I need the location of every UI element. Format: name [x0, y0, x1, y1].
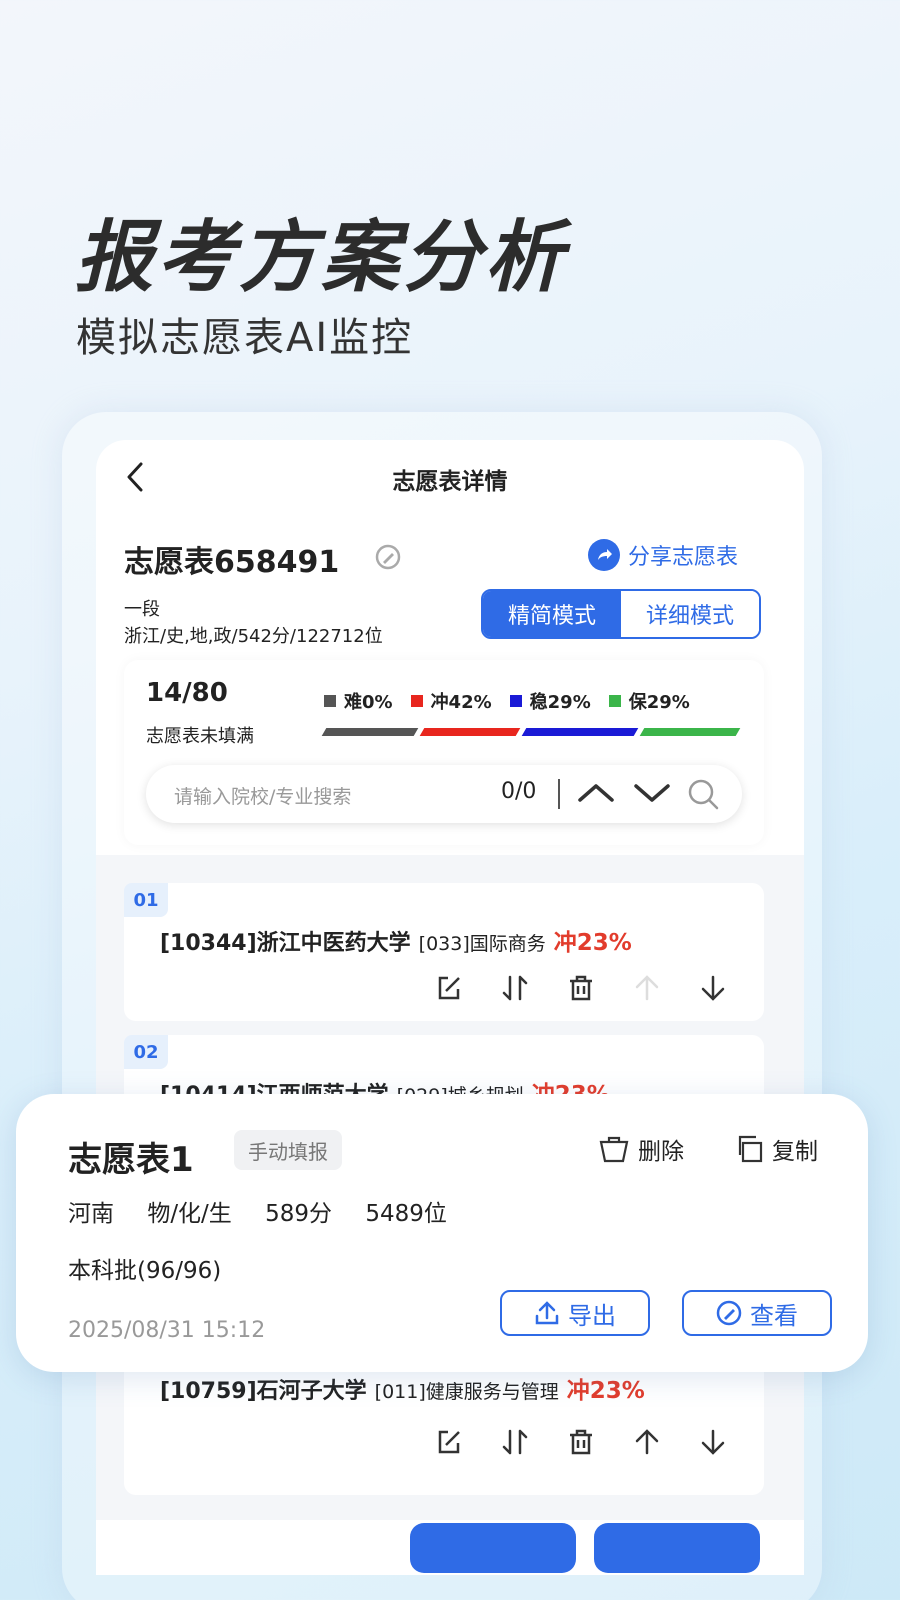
batch-progress: 本科批(96/96): [68, 1258, 222, 1284]
major-name: [033]国际商务: [418, 933, 546, 955]
share-label: 分享志愿表: [628, 545, 739, 570]
delete-icon[interactable]: [566, 973, 596, 1003]
list-item[interactable]: 01 [10344]浙江中医药大学 [033]国际商务 冲23%: [124, 883, 764, 1021]
fill-count: 14/80: [146, 678, 228, 708]
search-counter: 0/0: [501, 779, 537, 804]
risk-legend: 难0% 冲42% 稳29% 保29%: [324, 688, 690, 714]
delete-button[interactable]: 删除: [598, 1132, 684, 1166]
delete-icon[interactable]: [566, 1427, 596, 1457]
edit-icon[interactable]: [434, 973, 464, 1003]
export-label: 导出: [568, 1301, 616, 1330]
view-label: 查看: [750, 1301, 798, 1330]
search-box[interactable]: 请输入院校/专业搜索 0/0: [146, 765, 742, 823]
trash-icon: [599, 1136, 629, 1163]
mode-toggle: 精简模式 详细模式: [481, 589, 761, 639]
export-button[interactable]: 导出: [500, 1290, 650, 1336]
chevron-up-icon[interactable]: [578, 778, 614, 808]
plan-name: 志愿表1: [68, 1140, 194, 1180]
share-button[interactable]: 分享志愿表: [588, 539, 738, 571]
upload-icon: [535, 1301, 559, 1325]
province: 河南: [68, 1201, 114, 1227]
share-icon: [588, 539, 620, 571]
search-icon[interactable]: [686, 778, 720, 810]
move-up-icon[interactable]: [632, 1427, 662, 1457]
bar-stable: [521, 728, 639, 736]
hero-subtitle: 模拟志愿表AI监控: [76, 315, 414, 361]
mode-simple-button[interactable]: 精简模式: [483, 591, 621, 637]
bar-hard: [321, 728, 419, 736]
table-name: 志愿表658491: [124, 545, 340, 580]
swap-icon[interactable]: [500, 1427, 530, 1457]
copy-label: 复制: [772, 1139, 818, 1165]
mode-detail-button[interactable]: 详细模式: [621, 591, 759, 637]
stats-card: 14/80 志愿表未填满 难0% 冲42% 稳29% 保29% 请输入院校/专业…: [124, 660, 764, 845]
search-input[interactable]: 请输入院校/专业搜索: [174, 782, 351, 809]
candidate-detail: 浙江/史,地,政/542分/122712位: [124, 626, 383, 647]
delete-label: 删除: [638, 1139, 684, 1165]
bar-reach: [419, 728, 521, 736]
entry-number: 01: [124, 883, 168, 917]
risk-bars: [320, 728, 741, 736]
bottom-primary-button[interactable]: [410, 1523, 576, 1573]
score: 589分: [265, 1201, 333, 1227]
info-section: 志愿表658491 分享志愿表 一段 浙江/史,地,政/542分/122712位…: [96, 515, 804, 855]
fill-note: 志愿表未填满: [146, 726, 254, 747]
candidate-info: 河南 物/化/生 589分 5489位: [68, 1194, 473, 1228]
edit-icon[interactable]: [434, 1427, 464, 1457]
page-title: 志愿表详情: [392, 469, 508, 495]
entry-number: 02: [124, 1035, 168, 1069]
school-name: [10759]石河子大学: [160, 1379, 367, 1404]
chevron-down-icon[interactable]: [634, 778, 670, 808]
school-name: [10344]浙江中医药大学: [160, 931, 411, 956]
copy-icon: [738, 1135, 763, 1163]
entry-actions: [434, 973, 728, 1003]
swap-icon[interactable]: [500, 973, 530, 1003]
legend-reach: 冲42%: [410, 688, 492, 714]
major-name: [011]健康服务与管理: [374, 1381, 559, 1403]
timestamp: 2025/08/31 15:12: [68, 1318, 266, 1343]
legend-safe: 保29%: [608, 688, 690, 714]
legend-stable: 稳29%: [509, 688, 591, 714]
bottom-secondary-button[interactable]: [594, 1523, 760, 1573]
batch-text: 一段: [124, 599, 160, 620]
nav-bar: 志愿表详情: [96, 440, 804, 515]
probability-tag: 冲23%: [553, 930, 632, 956]
subjects: 物/化/生: [147, 1201, 232, 1227]
edit-name-icon[interactable]: [374, 543, 402, 571]
move-up-icon[interactable]: [632, 973, 662, 1003]
fill-mode-badge: 手动填报: [234, 1130, 342, 1170]
plan-card: 志愿表1 手动填报 删除 复制 河南 物/化/生 589分 5489位 本科批(…: [16, 1094, 868, 1372]
search-divider: [558, 779, 560, 809]
probability-tag: 冲23%: [566, 1378, 645, 1404]
view-edit-icon: [716, 1300, 742, 1326]
move-down-icon[interactable]: [698, 973, 728, 1003]
move-down-icon[interactable]: [698, 1427, 728, 1457]
app-screen: 志愿表详情 志愿表658491 分享志愿表 一段 浙江/史,地,政/542分/1…: [96, 440, 804, 1575]
bar-safe: [639, 728, 741, 736]
legend-hard: 难0%: [324, 688, 393, 714]
copy-button[interactable]: 复制: [734, 1132, 818, 1166]
hero-title: 报考方案分析: [75, 213, 568, 303]
rank: 5489位: [365, 1201, 447, 1227]
entry-actions: [434, 1427, 728, 1457]
view-button[interactable]: 查看: [682, 1290, 832, 1336]
